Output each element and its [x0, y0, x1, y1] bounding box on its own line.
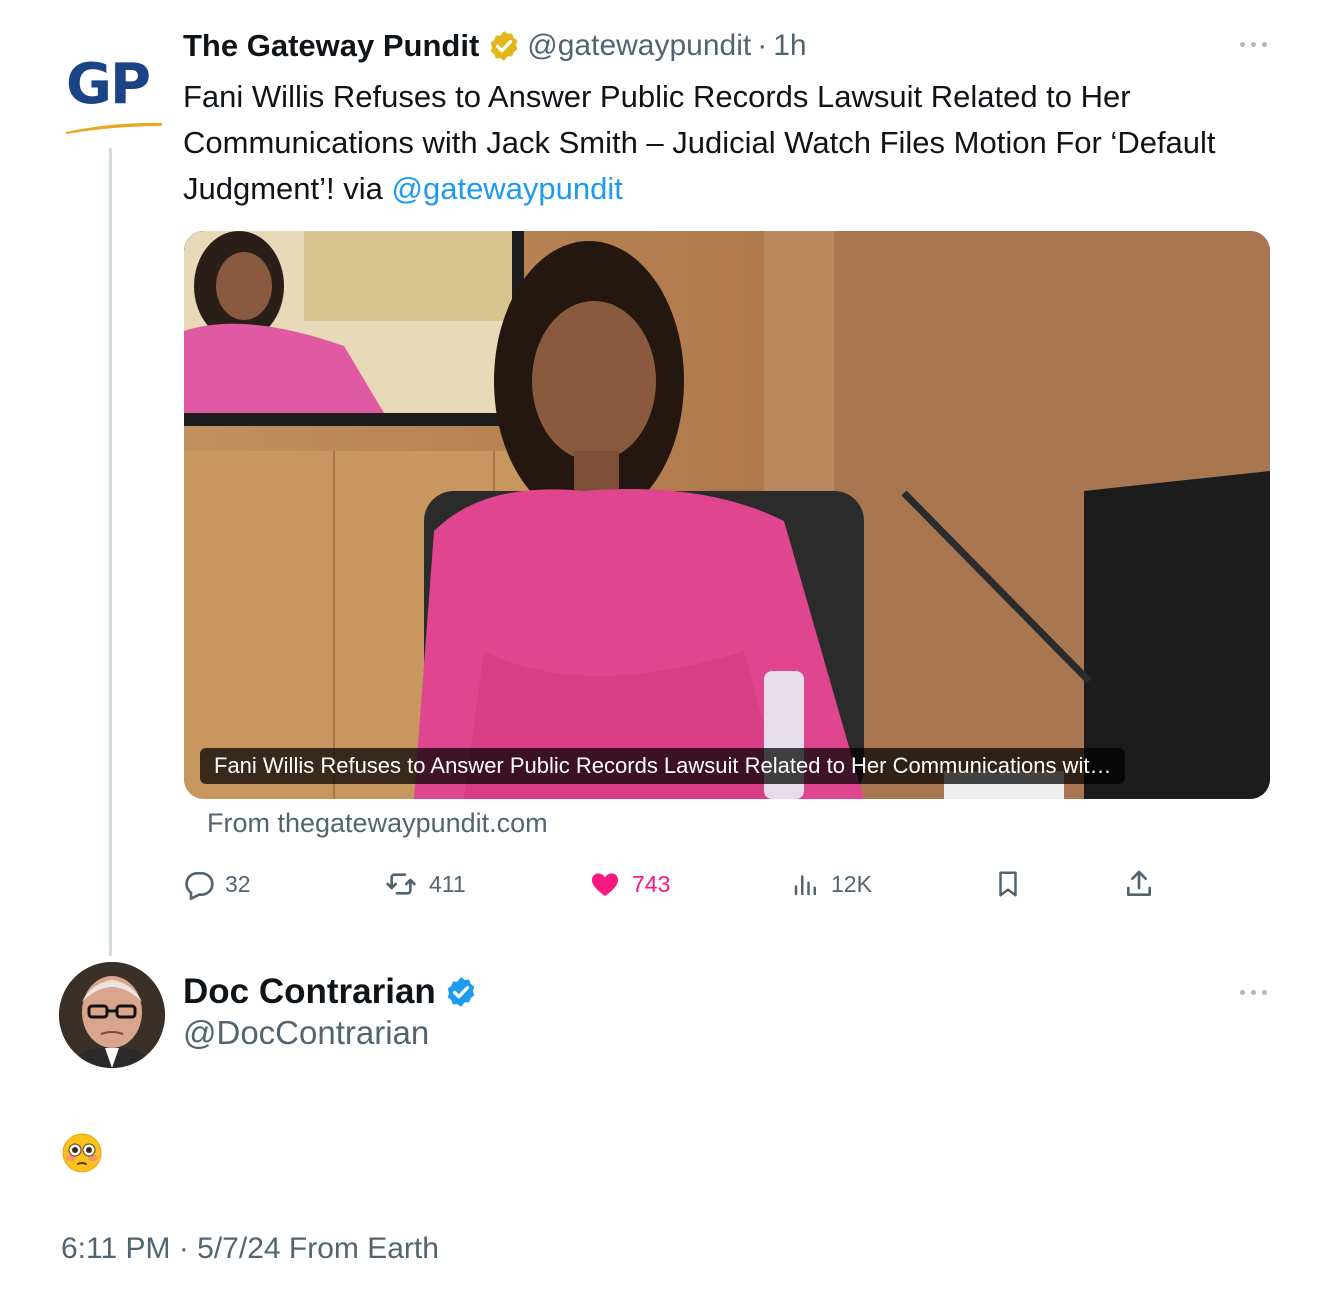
more-options-icon[interactable]: [1236, 34, 1272, 54]
views-icon: [794, 875, 816, 896]
author-handle[interactable]: @DocContrarian: [183, 1014, 429, 1052]
bookmark-button[interactable]: [993, 862, 1023, 906]
quoted-tweet-text: Fani Willis Refuses to Answer Public Rec…: [183, 74, 1263, 212]
link-card-image[interactable]: [184, 231, 1270, 799]
heart-filled-icon: [591, 873, 619, 896]
gateway-pundit-logo[interactable]: GP: [64, 48, 164, 143]
quoted-author-name[interactable]: The Gateway Pundit: [183, 28, 479, 64]
card-caption: Fani Willis Refuses to Answer Public Rec…: [200, 748, 1126, 784]
reply-count: 32: [225, 870, 251, 897]
views-count: 12K: [831, 870, 872, 897]
avatar-portrait: [59, 962, 165, 1068]
reply-icon: [185, 872, 214, 900]
like-count: 743: [632, 870, 671, 897]
repost-count: 411: [429, 870, 466, 897]
like-button[interactable]: 743: [588, 862, 670, 906]
quoted-tweet-header: The Gateway Pundit @gatewaypundit · 1h: [183, 24, 807, 68]
mention-link[interactable]: @gatewaypundit: [392, 171, 623, 206]
quoted-tweet-actions: 32 411 743 12K: [183, 862, 1183, 906]
separator-dot: ·: [757, 29, 768, 62]
thread-connector-line: [109, 148, 112, 956]
more-options-icon[interactable]: [1236, 982, 1272, 1002]
avatar[interactable]: [59, 962, 165, 1068]
reply-button[interactable]: 32: [183, 862, 251, 906]
share-icon: [1127, 870, 1151, 896]
logo-text: GP: [66, 52, 151, 117]
logo-swoosh: [66, 122, 162, 134]
courtroom-photo: [184, 231, 1270, 799]
quoted-text-body: Fani Willis Refuses to Answer Public Rec…: [183, 79, 1216, 206]
author-name-row: Doc Contrarian: [183, 972, 478, 1012]
tweet-timestamp[interactable]: 6:11 PM · 5/7/24 From Earth: [61, 1232, 439, 1266]
repost-icon: [386, 873, 416, 895]
views-button[interactable]: 12K: [791, 862, 872, 906]
verified-badge-icon: [447, 977, 475, 1007]
share-button[interactable]: [1123, 862, 1155, 906]
card-source[interactable]: From thegatewaypundit.com: [207, 808, 548, 839]
flushed-face-emoji-icon: [62, 1133, 102, 1173]
author-name[interactable]: Doc Contrarian: [183, 972, 436, 1012]
bookmark-icon: [999, 871, 1017, 897]
repost-button[interactable]: 411: [383, 862, 466, 906]
verified-org-badge-icon: [490, 31, 518, 61]
quoted-author-handle[interactable]: @gatewaypundit: [527, 29, 751, 63]
quoted-time[interactable]: 1h: [773, 29, 806, 63]
